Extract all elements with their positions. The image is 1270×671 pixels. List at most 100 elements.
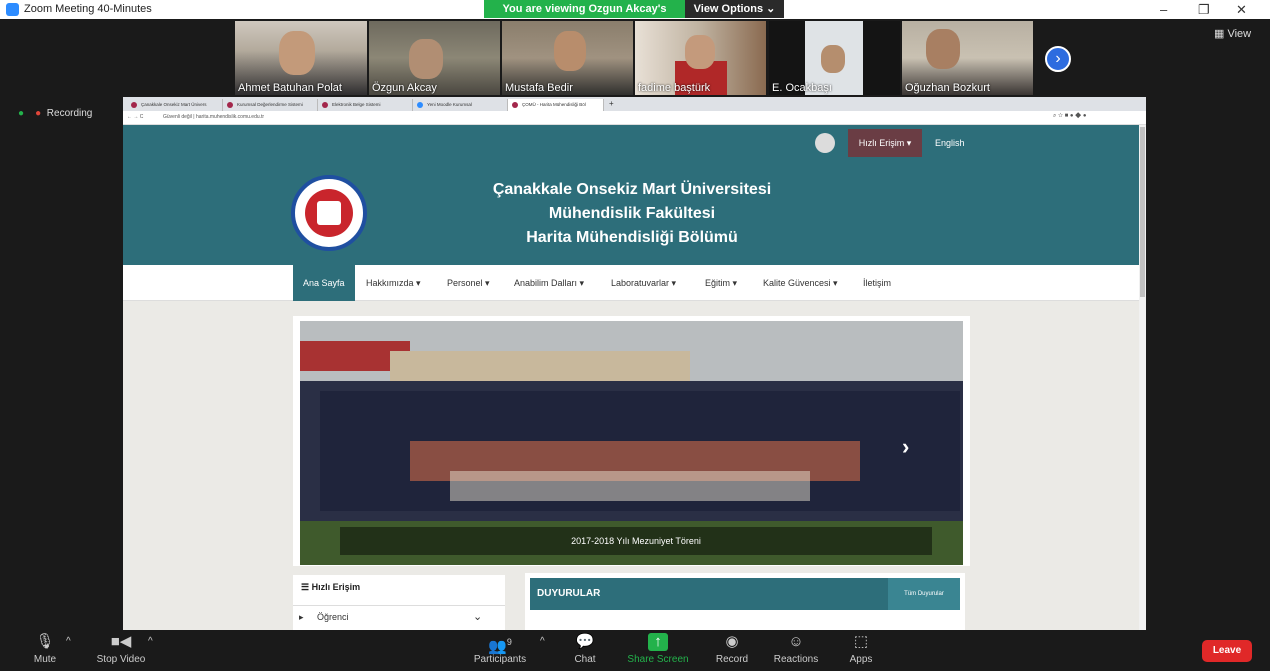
close-icon[interactable]: ✕ [1236, 2, 1247, 18]
browser-tab[interactable]: Yeni Moodle Kurumsal [413, 99, 508, 111]
video-tile[interactable]: fadime baştürk [635, 21, 766, 95]
menu-item-education[interactable]: Eğitim ▾ [705, 265, 737, 301]
image-slider[interactable]: 2017-2018 Yılı Mezuniyet Töreni › [293, 316, 970, 566]
view-label: View [1227, 28, 1252, 40]
participant-name: fadime baştürk [638, 82, 711, 94]
extension-icons[interactable]: ⌕ ☆ ■ ● ◆ ● [1053, 113, 1086, 120]
leave-button[interactable]: Leave [1202, 640, 1252, 662]
slider-next-icon[interactable]: › [902, 434, 909, 460]
record-dot-icon: ● [35, 108, 42, 119]
menu-item-departments[interactable]: Anabilim Dalları ▾ [514, 265, 584, 301]
browser-tab-active[interactable]: ÇOMÜ - Harita Mühendisliği Böl [508, 99, 604, 111]
page-content: 2017-2018 Yılı Mezuniyet Töreni › ☰ Hızl… [123, 301, 1139, 630]
quick-access-dropdown[interactable]: Hızlı Erişim ▾ [848, 129, 922, 157]
mute-options-caret-icon[interactable]: ^ [66, 636, 71, 647]
meeting-toolbar: 🎙 Mute ^ ■◀ Stop Video ^ 👥9 Participants ^ … [0, 630, 1270, 671]
menu-item-home[interactable]: Ana Sayfa [293, 265, 355, 301]
favicon-icon [512, 102, 518, 108]
favicon-icon [131, 102, 137, 108]
screen-share-banner: You are viewing Ozgun Akcay's screen [484, 0, 685, 33]
share-screen-icon: ↑ [648, 633, 668, 651]
quick-access-heading: ☰ Hızlı Erişim [301, 582, 361, 592]
all-announcements-link[interactable]: Tüm Duyurular [888, 578, 960, 610]
apps-button[interactable]: ⬚ Apps [846, 633, 876, 665]
share-screen-button[interactable]: ↑ Share Screen [626, 633, 690, 665]
microphone-icon: 🎙 [35, 633, 55, 650]
chevron-down-icon[interactable]: ⌄ [473, 610, 482, 623]
shared-browser-window: Çanakkale Onsekiz Mart Ünivers Kurumsal … [123, 97, 1146, 630]
browser-scrollbar[interactable] [1139, 125, 1146, 630]
next-page-arrow-icon[interactable]: › [1045, 46, 1071, 72]
site-top-nav: Hızlı Erişim ▾ English [123, 125, 1139, 161]
video-tile[interactable]: Oğuzhan Bozkurt [902, 21, 1033, 95]
view-menu-button[interactable]: ▦ View [1214, 27, 1251, 40]
favicon-icon [227, 102, 233, 108]
back-forward-reload-icons[interactable]: ← → C [127, 114, 143, 120]
favicon-icon [417, 102, 423, 108]
new-tab-icon[interactable]: + [609, 99, 614, 108]
quick-access-item-label: Öğrenci [317, 612, 349, 622]
participant-name: E. Ocakbaşı [772, 82, 832, 94]
slider-caption: 2017-2018 Yılı Mezuniyet Töreni [340, 527, 932, 555]
banner-title-line: Mühendislik Fakültesi [548, 205, 716, 222]
recording-indicator[interactable]: ● ● Recording [18, 108, 92, 119]
stop-video-button[interactable]: ■◀ Stop Video [92, 633, 150, 665]
video-camera-icon: ■◀ [110, 633, 132, 650]
chat-bubble-icon: 💬 [575, 633, 595, 650]
menu-item-quality[interactable]: Kalite Güvencesi ▾ [763, 265, 838, 301]
participants-button[interactable]: 👥9 Participants [470, 633, 530, 665]
announcements-panel: DUYURULAR Tüm Duyurular [525, 573, 965, 630]
record-icon: ◉ [725, 633, 739, 650]
participants-caret-icon[interactable]: ^ [540, 636, 545, 647]
mute-button[interactable]: 🎙 Mute [30, 633, 60, 665]
video-tile[interactable]: Ahmet Batuhan Polat [235, 21, 367, 95]
site-banner: Çanakkale Onsekiz Mart Üniversitesi Mühe… [123, 161, 1139, 265]
browser-tab[interactable]: Çanakkale Onsekiz Mart Ünivers [127, 99, 223, 111]
menu-item-about[interactable]: Hakkımızda ▾ [366, 265, 421, 301]
menu-item-labs[interactable]: Laboratuvarlar ▾ [611, 265, 676, 301]
caret-right-icon: ▸ [299, 612, 304, 622]
view-options-button[interactable]: View Options ⌄ [685, 0, 784, 18]
participant-name: Özgun Akcay [372, 82, 437, 94]
menu-item-staff[interactable]: Personel ▾ [447, 265, 490, 301]
graduation-photo: 2017-2018 Yılı Mezuniyet Töreni › [300, 321, 963, 565]
url-text[interactable]: Güvenli değil | harita.muhendislik.comu.… [163, 114, 264, 120]
minimize-icon[interactable]: – [1160, 2, 1167, 17]
video-options-caret-icon[interactable]: ^ [148, 636, 153, 647]
quick-access-item[interactable]: ▸ Öğrenci ⌄ [293, 605, 505, 627]
video-tile[interactable]: Mustafa Bedir [502, 21, 633, 95]
window-titlebar: Zoom Meeting 40-Minutes You are viewing … [0, 0, 1270, 33]
site-main-menu: Ana Sayfa Hakkımızda ▾ Personel ▾ Anabil… [123, 265, 1139, 301]
chat-button[interactable]: 💬 Chat [570, 633, 600, 665]
video-tile[interactable]: Özgun Akcay [369, 21, 500, 95]
participant-name: Mustafa Bedir [505, 82, 573, 94]
banner-title-line: Harita Mühendisliği Bölümü [526, 229, 738, 246]
reactions-button[interactable]: ☺ Reactions [770, 633, 822, 665]
english-link[interactable]: English [935, 129, 965, 157]
announcements-header: DUYURULAR Tüm Duyurular [530, 578, 960, 610]
video-tile[interactable]: E. Ocakbaşı [769, 21, 900, 95]
recording-label: Recording [46, 108, 93, 119]
scrollbar-thumb[interactable] [1140, 127, 1145, 297]
participant-name: Ahmet Batuhan Polat [238, 82, 342, 94]
shield-icon: ● [18, 108, 25, 119]
browser-tab[interactable]: Elektronik Belge Sistemi [318, 99, 413, 111]
window-title: Zoom Meeting 40-Minutes [24, 3, 152, 15]
smiley-icon: ☺ [788, 633, 804, 650]
quick-access-panel: ☰ Hızlı Erişim ▸ Öğrenci ⌄ [293, 575, 505, 630]
apps-icon: ⬚ [853, 633, 869, 650]
search-icon[interactable] [815, 133, 835, 153]
browser-tab[interactable]: Kurumsal Değerlendirme Sistemi [223, 99, 318, 111]
menu-item-contact[interactable]: İletişim [863, 265, 891, 301]
browser-tab-bar: Çanakkale Onsekiz Mart Ünivers Kurumsal … [123, 97, 1146, 111]
participant-name: Oğuzhan Bozkurt [905, 82, 990, 94]
banner-title-line: Çanakkale Onsekiz Mart Üniversitesi [492, 181, 772, 198]
restore-icon[interactable]: ❐ [1198, 2, 1210, 18]
university-logo[interactable] [291, 175, 367, 251]
participants-icon: 👥9 [488, 637, 512, 655]
browser-url-bar[interactable]: ← → C Güvenli değil | harita.muhendislik… [123, 111, 1146, 125]
record-button[interactable]: ◉ Record [712, 633, 752, 665]
favicon-icon [322, 102, 328, 108]
announcements-title: DUYURULAR [537, 588, 601, 599]
zoom-app-icon [6, 3, 19, 16]
